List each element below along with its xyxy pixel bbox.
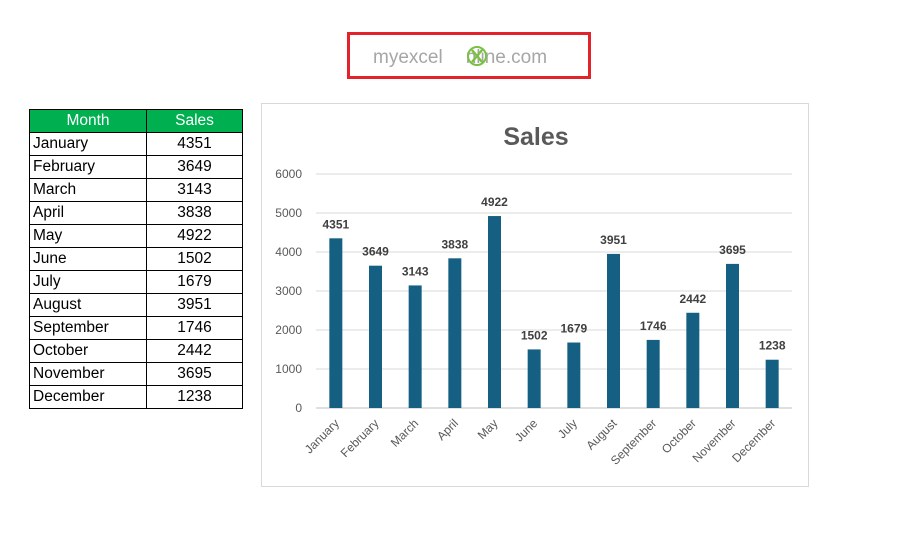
bar-march[interactable] xyxy=(408,285,422,408)
logo-part-my: my xyxy=(373,47,399,68)
table-row: August 3951 xyxy=(29,293,243,317)
logo-part-excel: excel xyxy=(398,47,442,68)
bar-december[interactable] xyxy=(765,359,779,408)
month-cell[interactable]: March xyxy=(29,178,147,202)
x-tick-label: December xyxy=(729,416,778,465)
bar-october[interactable] xyxy=(686,312,700,408)
table-body: January 4351 February 3649 March 3143 April 383… xyxy=(29,132,243,409)
sales-cell[interactable]: 4351 xyxy=(146,132,243,156)
table-row: March 3143 xyxy=(29,178,243,202)
x-tick-label: May xyxy=(475,416,501,442)
table-row: December 1238 xyxy=(29,385,243,409)
table-row: April 3838 xyxy=(29,201,243,225)
table-row: July 1679 xyxy=(29,270,243,294)
x-tick-label: February xyxy=(338,416,382,460)
y-tick-label: 2000 xyxy=(275,323,302,337)
table-row: February 3649 xyxy=(29,155,243,179)
chart-area[interactable]: Sales 0 1000 2000 3000 4000 5000 6000 4351 Januar… xyxy=(261,103,809,487)
data-label: 2442 xyxy=(679,292,706,306)
x-tick-label: July xyxy=(555,416,580,441)
logo-frame: myexcel nline.com xyxy=(347,32,591,79)
month-cell[interactable]: August xyxy=(29,293,147,317)
y-tick-label: 3000 xyxy=(275,284,302,298)
bar-july[interactable] xyxy=(567,342,581,408)
sales-cell[interactable]: 3695 xyxy=(146,362,243,386)
data-label: 3695 xyxy=(719,243,746,257)
data-label: 1746 xyxy=(640,319,667,333)
sales-table: Month Sales January 4351 February 3649 March… xyxy=(29,109,243,409)
sales-cell[interactable]: 1746 xyxy=(146,316,243,340)
logo-text: myexcel nline.com xyxy=(373,47,547,68)
month-cell[interactable]: July xyxy=(29,270,147,294)
month-cell[interactable]: June xyxy=(29,247,147,271)
table-row: October 2442 xyxy=(29,339,243,363)
month-cell[interactable]: September xyxy=(29,316,147,340)
table-row: June 1502 xyxy=(29,247,243,271)
sales-bar-chart: Sales 0 1000 2000 3000 4000 5000 6000 4351 Januar… xyxy=(275,123,792,468)
data-label: 3143 xyxy=(402,264,429,278)
x-tick-label: April xyxy=(434,416,461,443)
chart-title: Sales xyxy=(503,123,568,151)
y-tick-label: 5000 xyxy=(275,206,302,220)
table-row: May 4922 xyxy=(29,224,243,248)
month-cell[interactable]: December xyxy=(29,385,147,409)
y-tick-label: 1000 xyxy=(275,362,302,376)
sales-cell[interactable]: 3951 xyxy=(146,293,243,317)
sales-cell[interactable]: 1679 xyxy=(146,270,243,294)
sales-cell[interactable]: 2442 xyxy=(146,339,243,363)
bar-january[interactable] xyxy=(329,238,343,408)
month-cell[interactable]: October xyxy=(29,339,147,363)
bar-may[interactable] xyxy=(488,216,501,408)
bar-february[interactable] xyxy=(369,265,382,408)
table-row: January 4351 xyxy=(29,132,243,156)
data-label: 4351 xyxy=(322,217,349,231)
data-label: 1502 xyxy=(521,328,548,342)
data-label: 1679 xyxy=(560,322,587,336)
table-row: November 3695 xyxy=(29,362,243,386)
x-tick-label: August xyxy=(583,416,620,453)
sales-cell[interactable]: 1502 xyxy=(146,247,243,271)
sales-cell[interactable]: 1238 xyxy=(146,385,243,409)
y-tick-label: 4000 xyxy=(275,245,302,259)
x-tick-label: June xyxy=(512,416,541,445)
sales-cell[interactable]: 3838 xyxy=(146,201,243,225)
data-label: 3649 xyxy=(362,245,389,259)
month-cell[interactable]: April xyxy=(29,201,147,225)
bar-november[interactable] xyxy=(726,263,739,408)
logo-part-domain: .com xyxy=(506,47,547,68)
sales-cell[interactable]: 3649 xyxy=(146,155,243,179)
data-label: 1238 xyxy=(759,339,786,353)
myexcelonline-logo: myexcel nline.com xyxy=(373,45,547,68)
bar-april[interactable] xyxy=(448,258,462,408)
sales-cell[interactable]: 4922 xyxy=(146,224,243,248)
x-tick-label: March xyxy=(388,416,421,449)
header-sales: Sales xyxy=(146,109,243,133)
month-cell[interactable]: May xyxy=(29,224,147,248)
month-cell[interactable]: January xyxy=(29,132,147,156)
y-tick-label: 0 xyxy=(295,401,302,415)
data-label: 3951 xyxy=(600,233,627,247)
x-tick-label: October xyxy=(659,416,699,456)
x-tick-label: January xyxy=(302,416,342,456)
y-tick-label: 6000 xyxy=(275,167,302,181)
sales-cell[interactable]: 3143 xyxy=(146,178,243,202)
bar-june[interactable] xyxy=(527,349,541,408)
data-label: 4922 xyxy=(481,195,508,209)
bar-august[interactable] xyxy=(607,253,620,408)
month-cell[interactable]: February xyxy=(29,155,147,179)
bar-september[interactable] xyxy=(646,339,660,408)
month-cell[interactable]: November xyxy=(29,362,147,386)
data-label: 3838 xyxy=(441,237,468,251)
table-row: September 1746 xyxy=(29,316,243,340)
header-month: Month xyxy=(29,109,147,133)
table-header-row: Month Sales xyxy=(29,109,243,133)
